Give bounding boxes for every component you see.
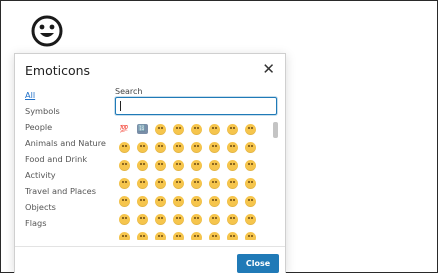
joy-face-icon[interactable] <box>241 120 259 138</box>
grinning-squinting-face-icon[interactable] <box>187 120 205 138</box>
monocle-face-icon[interactable] <box>151 192 169 210</box>
emoticons-dialog: Emoticons ✕ All Symbols People Animals a… <box>14 53 286 273</box>
screaming-face-icon[interactable] <box>151 228 169 240</box>
tongue-closed-eyes-face-icon[interactable] <box>115 174 133 192</box>
scroll-thumb[interactable] <box>273 122 278 138</box>
sad-relieved-face-icon[interactable] <box>241 210 259 228</box>
category-food-drink[interactable]: Food and Drink <box>25 151 119 167</box>
search-label: Search <box>115 87 143 96</box>
kissing-face-icon[interactable] <box>241 138 259 156</box>
worried-face-icon[interactable] <box>187 192 205 210</box>
money-face-icon[interactable] <box>133 174 151 192</box>
raised-eyebrow-face-icon[interactable] <box>241 174 259 192</box>
category-travel-places[interactable]: Travel and Places <box>25 183 119 199</box>
open-mouth-face-icon[interactable] <box>223 192 241 210</box>
rolling-laughing-face-icon[interactable] <box>223 120 241 138</box>
category-symbols[interactable]: Symbols <box>25 103 119 119</box>
confounded-face-icon[interactable] <box>169 228 187 240</box>
smiling-face-2-icon[interactable] <box>133 156 151 174</box>
category-people[interactable]: People <box>25 119 119 135</box>
heart-face-icon[interactable] <box>169 156 187 174</box>
shushing-face-icon[interactable] <box>187 174 205 192</box>
halo-face-icon[interactable] <box>187 138 205 156</box>
thinking-face-icon[interactable] <box>205 174 223 192</box>
neutral-face-icon[interactable] <box>115 156 133 174</box>
flushed-face-icon[interactable] <box>133 210 151 228</box>
persevering-face-icon[interactable] <box>187 228 205 240</box>
crying-face-icon[interactable] <box>115 228 133 240</box>
category-flags[interactable]: Flags <box>25 215 119 231</box>
search-input[interactable] <box>115 97 277 115</box>
anguished-face-icon[interactable] <box>187 210 205 228</box>
loud-crying-face-icon[interactable] <box>133 228 151 240</box>
frowning-face-icon[interactable] <box>205 192 223 210</box>
blush-face-icon[interactable] <box>151 156 169 174</box>
nerd-face-icon[interactable] <box>133 192 151 210</box>
category-activity[interactable]: Activity <box>25 167 119 183</box>
frowning-open-face-icon[interactable] <box>169 210 187 228</box>
confused-face-icon[interactable] <box>169 192 187 210</box>
smiley-face-icon[interactable] <box>30 14 64 48</box>
category-list: All Symbols People Animals and Nature Fo… <box>25 87 119 231</box>
hushed-face-icon[interactable] <box>241 192 259 210</box>
hundred-points-icon[interactable]: 💯 <box>115 120 133 138</box>
upside-down-face-icon[interactable] <box>133 138 151 156</box>
slightly-smiling-face-icon[interactable] <box>115 138 133 156</box>
footer-divider <box>15 246 285 247</box>
emoji-scrollbar[interactable] <box>273 122 278 240</box>
weary-face-icon[interactable] <box>241 228 259 240</box>
grinning-face-icon[interactable] <box>151 120 169 138</box>
close-icon[interactable]: ✕ <box>262 60 275 78</box>
zany-face-icon[interactable] <box>241 156 259 174</box>
heart-eyes-face-icon[interactable] <box>205 138 223 156</box>
anxious-face-icon[interactable] <box>223 210 241 228</box>
text-caret <box>120 101 121 111</box>
emoji-grid: 💯 🔢 <box>115 120 280 240</box>
hugging-face-icon[interactable] <box>151 174 169 192</box>
hand-over-mouth-face-icon[interactable] <box>169 174 187 192</box>
fearful-face-icon[interactable] <box>205 210 223 228</box>
zipper-face-icon[interactable] <box>223 174 241 192</box>
sunglasses-face-icon[interactable] <box>115 192 133 210</box>
smiling-eyes-face-icon[interactable] <box>169 138 187 156</box>
disappointed-face-icon[interactable] <box>205 228 223 240</box>
astonished-face-icon[interactable] <box>115 210 133 228</box>
category-all[interactable]: All <box>25 87 119 103</box>
pleading-face-icon[interactable] <box>151 210 169 228</box>
grinning-face-sweat-icon[interactable] <box>205 120 223 138</box>
wink-tongue-face-icon[interactable] <box>223 156 241 174</box>
category-objects[interactable]: Objects <box>25 199 119 215</box>
tongue-face-icon[interactable] <box>205 156 223 174</box>
winking-face-icon[interactable] <box>151 138 169 156</box>
input-numbers-icon[interactable]: 🔢 <box>133 120 151 138</box>
star-struck-face-icon[interactable] <box>223 138 241 156</box>
category-animals-nature[interactable]: Animals and Nature <box>25 135 119 151</box>
smiling-face-icon[interactable] <box>169 120 187 138</box>
kissing-face-2-icon[interactable] <box>187 156 205 174</box>
dialog-title: Emoticons <box>25 63 91 78</box>
downcast-face-icon[interactable] <box>223 228 241 240</box>
close-button[interactable]: Close <box>237 254 279 273</box>
